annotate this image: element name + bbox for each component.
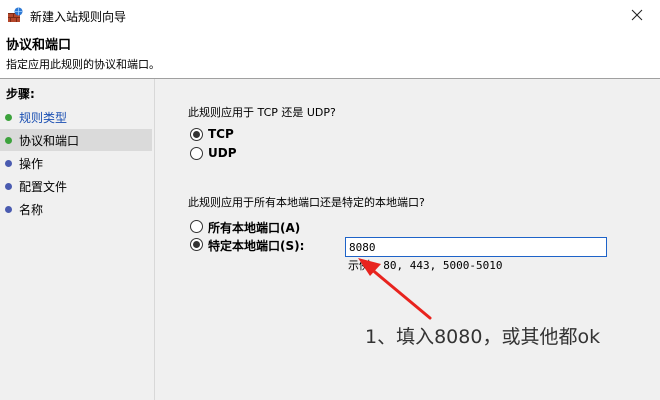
radio-label: TCP bbox=[208, 127, 234, 141]
radio-label: 所有本地端口(A) bbox=[208, 221, 301, 235]
step-rule-type[interactable]: 规则类型 bbox=[0, 106, 152, 128]
step-label: 协议和端口 bbox=[19, 134, 80, 148]
port-example-hint: 示例: 80, 443, 5000-5010 bbox=[348, 259, 503, 272]
step-label: 规则类型 bbox=[19, 111, 68, 125]
content-pane: 此规则应用于 TCP 还是 UDP? TCP UDP 此规则应用于所有本地端口还… bbox=[155, 79, 660, 400]
radio-button[interactable] bbox=[190, 147, 203, 160]
title-bar: 新建入站规则向导 bbox=[0, 0, 660, 30]
step-profile[interactable]: 配置文件 bbox=[0, 175, 152, 197]
window-title: 新建入站规则向导 bbox=[30, 10, 127, 24]
step-pending-icon bbox=[5, 206, 12, 213]
steps-title: 步骤: bbox=[6, 87, 35, 101]
annotation-text: 1、填入8080，或其他都ok bbox=[365, 326, 601, 348]
step-name[interactable]: 名称 bbox=[0, 198, 152, 220]
step-protocol-ports[interactable]: 协议和端口 bbox=[0, 129, 152, 151]
wizard-body: 步骤: 规则类型 协议和端口 操作 配置文件 名称 此规则应用于 TCP 还是 … bbox=[0, 79, 660, 400]
radio-button-selected[interactable] bbox=[190, 128, 203, 141]
step-label: 配置文件 bbox=[19, 180, 68, 194]
radio-button-selected[interactable] bbox=[190, 238, 203, 251]
step-label: 操作 bbox=[19, 157, 44, 171]
steps-pane: 步骤: 规则类型 协议和端口 操作 配置文件 名称 bbox=[0, 79, 154, 400]
radio-label: 特定本地端口(S): bbox=[208, 239, 305, 253]
step-label: 名称 bbox=[19, 203, 44, 217]
radio-label: UDP bbox=[208, 146, 237, 160]
close-button[interactable] bbox=[614, 0, 660, 30]
protocol-question: 此规则应用于 TCP 还是 UDP? bbox=[188, 106, 336, 119]
page-subtitle: 指定应用此规则的协议和端口。 bbox=[6, 58, 160, 71]
step-pending-icon bbox=[5, 160, 12, 167]
close-icon bbox=[631, 9, 643, 21]
ports-question: 此规则应用于所有本地端口还是特定的本地端口? bbox=[188, 196, 425, 209]
step-action[interactable]: 操作 bbox=[0, 152, 152, 174]
page-title: 协议和端口 bbox=[6, 38, 72, 53]
step-pending-icon bbox=[5, 183, 12, 190]
step-complete-icon bbox=[5, 137, 12, 144]
firewall-icon bbox=[7, 7, 23, 23]
radio-button[interactable] bbox=[190, 220, 203, 233]
step-complete-icon bbox=[5, 114, 12, 121]
port-input[interactable] bbox=[345, 237, 607, 257]
page-header: 协议和端口 指定应用此规则的协议和端口。 bbox=[0, 30, 660, 74]
